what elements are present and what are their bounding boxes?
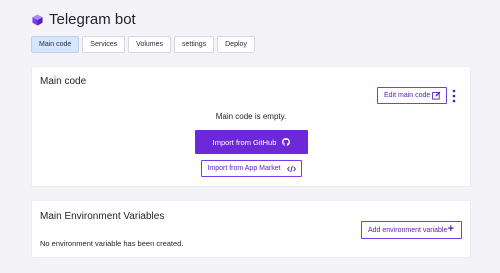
edit-main-code-button[interactable]: Edit main code [377,87,447,104]
import-github-label: Import from GitHub [212,137,277,147]
app-title: Telegram bot [49,11,136,28]
env-vars-title: Main Environment Variables [40,211,165,222]
main-code-empty-message: Main code is empty. [215,112,287,121]
page-header: Telegram bot Main code Services Volumes … [0,0,500,56]
tab-settings[interactable]: settings [174,36,215,53]
env-vars-card: Main Environment Variables Add environme… [31,200,471,258]
import-from-app-market-button[interactable]: Import from App Market [201,160,302,177]
cube-icon [32,14,43,25]
github-icon [282,138,291,146]
env-vars-empty-message: No environment variable has been created… [40,239,184,248]
add-env-label: Add environment variable [368,226,448,234]
import-app-market-label: Import from App Market [207,165,281,172]
tab-deploy[interactable]: Deploy [217,36,255,53]
edit-icon [432,91,441,100]
plus-icon: + [447,223,454,235]
main-code-title: Main code [40,76,87,87]
code-icon [286,165,296,172]
add-environment-variable-button[interactable]: Add environment variable + [361,221,462,239]
tab-bar: Main code Services Volumes settings Depl… [31,36,258,53]
tab-main-code[interactable]: Main code [31,36,80,53]
title-row: Telegram bot [32,11,136,28]
import-from-github-button[interactable]: Import from GitHub [195,130,308,154]
tab-services[interactable]: Services [82,36,126,53]
more-options-icon[interactable] [451,89,457,103]
main-code-card: Main code Edit main code Main code is em… [31,66,471,187]
edit-main-code-label: Edit main code [384,92,431,99]
tab-volumes[interactable]: Volumes [128,36,171,53]
